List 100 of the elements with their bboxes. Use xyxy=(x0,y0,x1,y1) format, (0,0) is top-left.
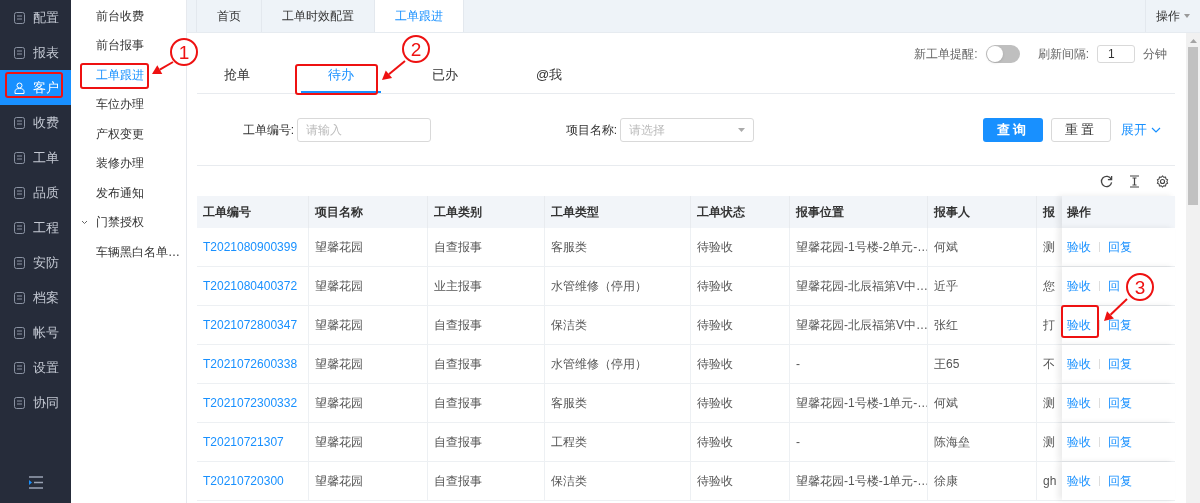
order-link[interactable]: T2021072800347 xyxy=(203,316,298,334)
sidebar-item[interactable]: 工单 xyxy=(0,140,71,175)
table-cell-text: 工程类 xyxy=(551,434,587,451)
reply-link[interactable]: 回复 xyxy=(1108,472,1132,490)
subtab[interactable]: 待办 xyxy=(301,59,381,93)
settings-icon[interactable] xyxy=(1156,175,1169,188)
column-header: 报事位置 xyxy=(790,196,928,228)
accept-link[interactable]: 验收 xyxy=(1067,433,1091,451)
submenu-item[interactable]: 前台收费 xyxy=(71,1,148,31)
table-cell-text: 客服类 xyxy=(551,395,587,412)
table-cell-text: 望馨花园 xyxy=(315,278,363,295)
reset-button[interactable]: 重置 xyxy=(1051,117,1111,142)
accept-link[interactable]: 验收 xyxy=(1067,277,1091,295)
sidebar-item[interactable]: 收费 xyxy=(0,105,71,140)
refresh-label: 刷新间隔: xyxy=(1037,45,1089,63)
order-link[interactable]: T20210721307 xyxy=(203,433,284,451)
order-link[interactable]: T2021072600338 xyxy=(203,355,298,373)
accept-link[interactable]: 验收 xyxy=(1067,394,1091,412)
table-cell-text: 待验收 xyxy=(697,473,733,490)
interval-input[interactable]: 1 xyxy=(1097,44,1135,63)
reply-link[interactable]: 回复 xyxy=(1108,433,1132,451)
table-cell-text: 望馨花园 xyxy=(315,395,363,412)
sidebar-item[interactable]: 安防 xyxy=(0,245,71,280)
subtab[interactable]: 抢单 xyxy=(197,59,277,93)
table-cell-text: - xyxy=(796,434,800,451)
table-cell-text: 何斌 xyxy=(934,239,958,256)
order-link[interactable]: T20210720300 xyxy=(203,472,284,490)
table-cell-text: 待验收 xyxy=(697,317,733,334)
square-icon xyxy=(14,326,25,339)
actions-dropdown[interactable]: 操作 xyxy=(1145,0,1200,32)
reply-link[interactable]: 回复 xyxy=(1108,238,1132,256)
table-cell-text: 自查报事 xyxy=(434,239,482,256)
highlight-frame xyxy=(5,72,63,98)
reply-link[interactable]: 回复 xyxy=(1108,355,1132,373)
submenu-item[interactable]: 前台报事 xyxy=(71,30,148,60)
order-link[interactable]: T2021072300332 xyxy=(203,394,298,412)
accept-link[interactable]: 验收 xyxy=(1067,472,1091,490)
submenu-item[interactable]: 门禁授权 xyxy=(71,207,148,237)
pointer-arrow xyxy=(382,60,406,80)
sidebar-item[interactable]: 协同 xyxy=(0,385,71,420)
scroll-thumb[interactable] xyxy=(1188,47,1198,205)
highlight-frame xyxy=(80,63,149,89)
input-field[interactable]: 请输入 xyxy=(297,117,431,142)
submenu-item[interactable]: 发布通知 xyxy=(71,178,148,208)
sidebar-item[interactable]: 档案 xyxy=(0,280,71,315)
table-cell-text: 望馨花园 xyxy=(315,434,363,451)
toggle-switch[interactable] xyxy=(985,44,1020,63)
collapse-icon[interactable] xyxy=(27,476,44,489)
reminder-label: 新工单提醒: xyxy=(914,45,978,63)
table-cell-text: 望馨花园 xyxy=(315,473,363,490)
square-icon xyxy=(14,116,25,129)
reply-link[interactable]: 回复 xyxy=(1108,316,1132,334)
tab[interactable]: 工单跟进 xyxy=(375,0,464,32)
table-cell-text: 望馨花园-1号楼-1单元-… xyxy=(796,395,927,412)
reply-link[interactable]: 回复 xyxy=(1108,394,1132,412)
sidebar-item[interactable]: 设置 xyxy=(0,350,71,385)
submenu-item[interactable]: 产权变更 xyxy=(71,119,148,149)
column-header: 操作 xyxy=(1062,196,1175,228)
sidebar-item[interactable]: 品质 xyxy=(0,175,71,210)
refresh-icon[interactable] xyxy=(1100,175,1113,188)
sidebar-item[interactable]: 工程 xyxy=(0,210,71,245)
chevron-down-icon xyxy=(81,219,88,225)
table-cell-text: 张红 xyxy=(934,317,958,334)
table-cell-text: 望馨花园-1号楼-2单元-… xyxy=(796,239,927,256)
table-cell-text: 自查报事 xyxy=(434,395,482,412)
pointer-arrow xyxy=(152,61,174,74)
submenu-item[interactable]: 车辆黑白名单… xyxy=(71,237,184,267)
accept-link[interactable]: 验收 xyxy=(1067,238,1091,256)
table-cell-text: 望馨花园-1号楼-1单元-… xyxy=(796,473,927,490)
order-link[interactable]: T2021080900399 xyxy=(203,238,298,256)
caret-icon xyxy=(738,127,745,132)
search-button[interactable]: 查询 xyxy=(983,117,1043,142)
table-cell-text: 自查报事 xyxy=(434,434,482,451)
square-icon xyxy=(14,256,25,269)
pointer-arrow xyxy=(1104,298,1128,321)
table-cell-text: 待验收 xyxy=(697,356,733,373)
table-cell-text: 保洁类 xyxy=(551,473,587,490)
order-link[interactable]: T2021080400372 xyxy=(203,277,298,295)
column-header: 工单编号 xyxy=(197,196,309,228)
subtab[interactable]: @我 xyxy=(509,59,589,93)
sidebar-item[interactable]: 帐号 xyxy=(0,315,71,350)
sidebar-item[interactable]: 报表 xyxy=(0,35,71,70)
filter-label: 项目名称: xyxy=(564,121,617,139)
scrollbar[interactable] xyxy=(1186,33,1200,503)
submenu-item[interactable]: 装修办理 xyxy=(71,148,148,178)
select-field[interactable]: 请选择 xyxy=(620,117,754,142)
submenu-item[interactable]: 车位办理 xyxy=(71,89,148,119)
accept-link[interactable]: 验收 xyxy=(1067,355,1091,373)
reply-link[interactable]: 回 xyxy=(1108,277,1120,295)
submenu-item[interactable]: 工单跟进 xyxy=(71,60,148,90)
column-height-icon[interactable] xyxy=(1129,175,1140,188)
table-cell-text: 待验收 xyxy=(697,395,733,412)
table-cell-text: 望馨花园-北辰福第V中… xyxy=(796,278,927,295)
expand-link[interactable]: 展开 xyxy=(1121,119,1161,140)
sidebar-item[interactable]: 配置 xyxy=(0,0,71,35)
table-cell-text: 望馨花园 xyxy=(315,317,363,334)
tab[interactable]: 首页 xyxy=(197,0,262,32)
column-header: 工单状态 xyxy=(691,196,790,228)
square-icon xyxy=(14,151,25,164)
accept-link[interactable]: 验收 xyxy=(1067,316,1091,334)
